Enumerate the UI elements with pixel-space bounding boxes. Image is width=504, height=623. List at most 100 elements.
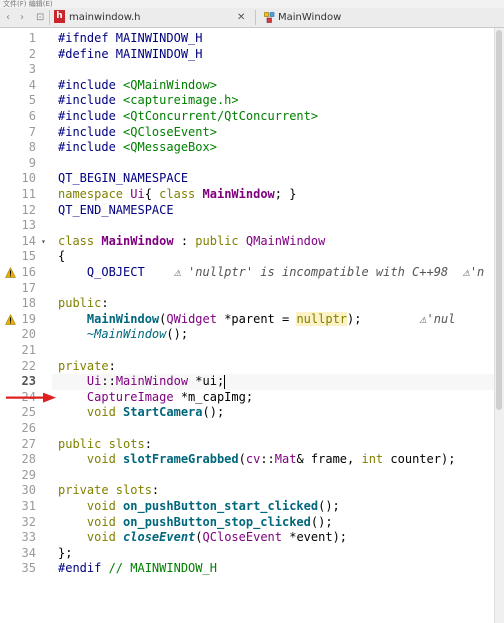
code-token: class (159, 187, 203, 201)
code-editor[interactable]: 1 2 3 4 5 6 7 8 9 10 11 12 13 14 ▾ 15 16 17 18 19 20 21 22 23 24… (0, 28, 494, 623)
line-number: 5 (28, 93, 36, 108)
line-number: 10 (21, 171, 36, 186)
line-number: 32 (21, 514, 36, 529)
code-token: :: (260, 452, 275, 467)
code-token: (); (202, 405, 225, 420)
code-token: QMainWindow (245, 233, 326, 248)
code-token: public (195, 233, 246, 248)
code-line[interactable]: void on_pushButton_start_clicked(); (58, 499, 340, 515)
code-line[interactable]: #define MAINWINDOW_H (58, 47, 203, 63)
code-token: ; } (274, 187, 297, 201)
nav-back-button[interactable]: ‹ (6, 11, 10, 24)
code-token: QT_END_NAMESPACE (58, 202, 174, 217)
code-line[interactable]: private slots: (58, 483, 159, 499)
code-token: }; (58, 545, 73, 560)
code-line[interactable]: #include <QCloseEvent> (58, 125, 217, 141)
line-number-gutter: 1 2 3 4 5 6 7 8 9 10 11 12 13 14 ▾ 15 16 17 18 19 20 21 22 23 24… (0, 28, 52, 623)
line-number: 15 (21, 249, 36, 264)
line-number: 21 (21, 343, 36, 357)
code-line[interactable]: ~MainWindow(); (58, 327, 188, 343)
code-token: (); (310, 514, 333, 529)
fold-toggle-icon[interactable]: ▾ (41, 234, 46, 250)
code-token: #include (58, 77, 124, 92)
code-line[interactable]: CaptureImage *m_capImg; (58, 390, 253, 406)
code-token: closeEvent (123, 530, 196, 545)
code-token: private (58, 358, 109, 373)
scrollbar-thumb[interactable] (496, 30, 502, 410)
code-line[interactable]: void closeEvent(QCloseEvent *event); (58, 530, 347, 546)
code-line[interactable]: MainWindow(QWidget *parent = nullptr); ⚠… (58, 311, 456, 328)
code-token: CaptureImage (86, 389, 174, 404)
line-number: 8 (28, 140, 36, 155)
code-line[interactable]: Ui::MainWindow *ui; (58, 374, 224, 390)
file-name-dropdown[interactable]: mainwindow.h (69, 11, 141, 24)
symbol-dropdown[interactable]: MainWindow (278, 11, 341, 24)
line-number: 6 (28, 109, 36, 123)
line-number: 28 (21, 452, 36, 467)
warning-icon[interactable] (5, 313, 16, 325)
code-line[interactable]: void StartCamera(); (58, 405, 224, 421)
line-number: 31 (21, 499, 36, 513)
close-file-icon[interactable]: ✕ (237, 11, 245, 24)
code-line[interactable]: #include <QMainWindow> (58, 78, 217, 94)
warning-icon[interactable] (5, 267, 16, 278)
line-number: 4 (28, 77, 36, 92)
code-line[interactable]: QT_END_NAMESPACE (58, 203, 174, 219)
code-token: { (58, 249, 66, 264)
code-line[interactable]: QT_BEGIN_NAMESPACE (58, 171, 188, 187)
line-number: 7 (28, 124, 36, 139)
code-token: void (86, 452, 124, 467)
code-line[interactable]: #include <QMessageBox> (58, 140, 217, 156)
code-line[interactable]: public slots: (58, 437, 152, 453)
code-line[interactable]: class MainWindow : public QMainWindow (58, 234, 325, 250)
code-line[interactable]: #endif // MAINWINDOW_H (58, 561, 217, 577)
code-line[interactable]: Q_OBJECT ⚠ 'nullptr' is incompatible wit… (58, 265, 484, 281)
code-token: QWidget (166, 311, 217, 326)
split-menu-icon[interactable]: ⊡ (36, 11, 44, 24)
code-token: #include (58, 124, 124, 139)
code-line[interactable]: #ifndef MAINWINDOW_H (58, 31, 203, 47)
code-line[interactable]: { (58, 249, 65, 265)
code-line[interactable]: void on_pushButton_stop_clicked(); (58, 515, 333, 531)
code-token: void (86, 514, 124, 529)
code-token: public (58, 296, 102, 311)
code-token: *parent = (216, 311, 297, 326)
code-token: <QtConcurrent/QtConcurrent> (123, 109, 319, 123)
code-line[interactable]: private: (58, 359, 116, 375)
code-line[interactable]: public: (58, 296, 109, 312)
code-token: cv (245, 452, 261, 467)
code-line[interactable]: namespace Ui{ class MainWindow; } (58, 187, 296, 203)
code-token: #ifndef MAINWINDOW_H (58, 31, 203, 45)
code-token: : (151, 483, 160, 498)
code-token: : (101, 296, 109, 311)
code-token: :: (101, 374, 116, 389)
code-token: nullptr (296, 311, 348, 326)
nav-forward-button[interactable]: › (20, 11, 24, 24)
code-line[interactable]: void slotFrameGrabbed(cv::Mat& frame, in… (58, 452, 456, 468)
code-token: ⚠ 'nullptr' is incompatible with C++98 ⚠… (173, 265, 485, 279)
code-token: #include (58, 109, 124, 123)
code-token: ( (195, 530, 203, 545)
line-number: 25 (21, 405, 36, 420)
window-top-strip: 文件(F) 编辑(E) (0, 0, 504, 8)
code-token: (); (318, 499, 340, 513)
code-token: & frame, (296, 452, 362, 467)
code-token: ~MainWindow (86, 327, 167, 342)
code-line[interactable]: #include <captureimage.h> (58, 93, 239, 109)
code-token: MainWindow (86, 311, 160, 326)
code-token: <QCloseEvent> (123, 124, 217, 139)
class-icon (264, 12, 275, 23)
line-number: 29 (21, 467, 36, 482)
code-token: namespace (58, 187, 131, 201)
code-token: slotFrameGrabbed (123, 452, 239, 467)
code-token: void (86, 405, 124, 420)
code-line[interactable]: }; (58, 546, 72, 562)
code-token: : (108, 358, 116, 373)
code-token: ⚠'nul (419, 311, 456, 326)
code-line[interactable]: #include <QtConcurrent/QtConcurrent> (58, 109, 318, 125)
